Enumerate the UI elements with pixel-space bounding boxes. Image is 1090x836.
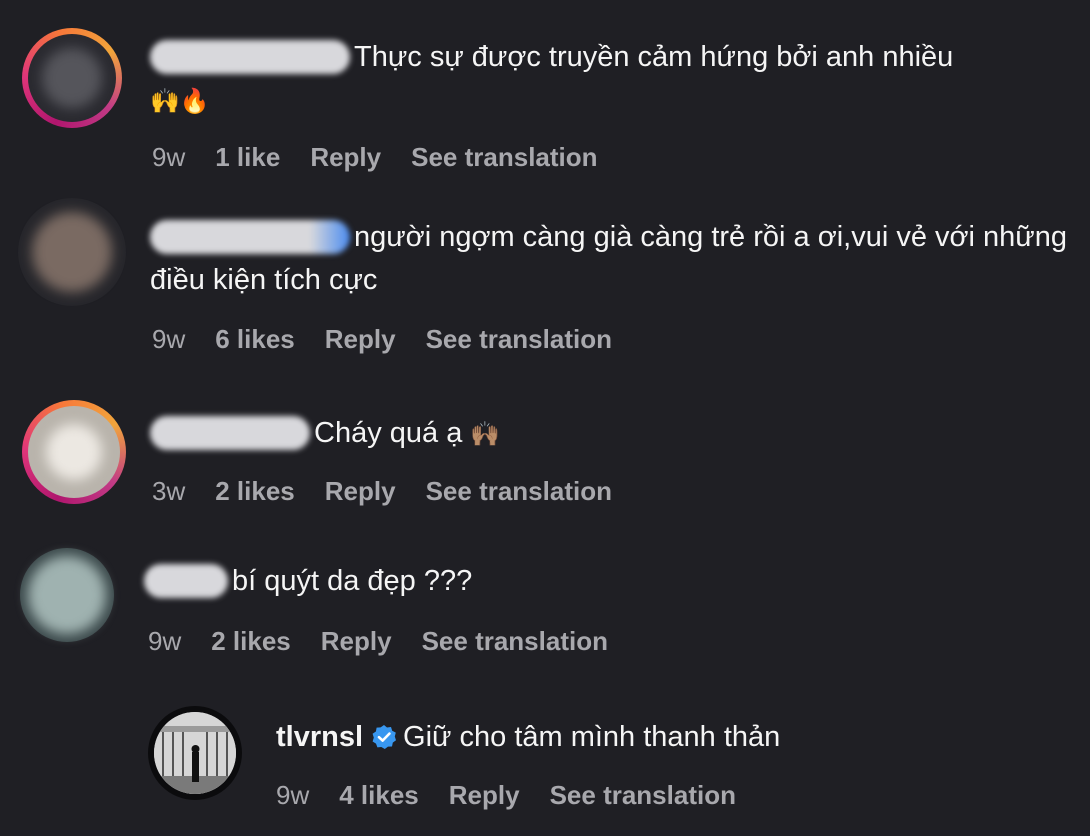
reply-button[interactable]: Reply [449,780,520,810]
timestamp: 3w [152,476,186,506]
see-translation-button[interactable]: See translation [426,476,612,506]
reply-button[interactable]: Reply [325,476,396,506]
username-blurred[interactable] [150,220,350,254]
avatar-photo [154,712,236,794]
reply-button[interactable]: Reply [325,324,396,354]
username-blurred[interactable] [150,40,350,74]
avatar[interactable] [22,400,126,504]
reply-username[interactable]: tlvrnsl [276,721,363,753]
see-translation-button[interactable]: See translation [422,626,608,656]
avatar[interactable] [20,548,114,642]
timestamp: 9w [276,780,310,810]
comments-panel: Thực sự được truyền cảm hứng bởi anh nhi… [0,0,1090,836]
comment-meta: 9w 2 likes Reply See translation [148,626,638,657]
reply-button[interactable]: Reply [321,626,392,656]
reply-text: tlvrnsl Giữ cho tâm mình thanh thản [276,721,781,753]
comment-meta: 9w 6 likes Reply See translation [152,324,642,355]
avatar[interactable] [18,198,126,306]
emoji: 🙌🔥 [150,88,210,115]
emoji: 🙌🏽 [470,421,501,448]
username-blurred[interactable] [144,564,228,598]
likes-count[interactable]: 6 likes [215,324,295,354]
verified-badge-icon [372,725,397,749]
timestamp: 9w [152,324,186,354]
avatar[interactable] [148,706,242,800]
comment-meta: 9w 1 like Reply See translation [152,142,628,173]
see-translation-button[interactable]: See translation [426,324,612,354]
comment-meta: 3w 2 likes Reply See translation [152,476,642,507]
see-translation-button[interactable]: See translation [550,780,736,810]
likes-count[interactable]: 2 likes [211,626,291,656]
likes-count[interactable]: 2 likes [215,476,295,506]
avatar[interactable] [22,28,122,128]
likes-count[interactable]: 4 likes [339,780,419,810]
comment-text: bí quýt da đẹp ??? [144,560,1044,603]
see-translation-button[interactable]: See translation [411,142,597,172]
timestamp: 9w [148,626,182,656]
username-blurred[interactable] [150,416,310,450]
comment-text: Thực sự được truyền cảm hứng bởi anh nhi… [150,40,954,115]
likes-count[interactable]: 1 like [215,142,280,172]
reply-meta: 9w 4 likes Reply See translation [276,780,766,811]
reply-button[interactable]: Reply [310,142,381,172]
comment-text: Cháy quá ạ 🙌🏽 [150,412,1050,456]
comment-text: người ngợm càng già càng trẻ rồi a ơi,vu… [150,220,1067,296]
timestamp: 9w [152,142,186,172]
